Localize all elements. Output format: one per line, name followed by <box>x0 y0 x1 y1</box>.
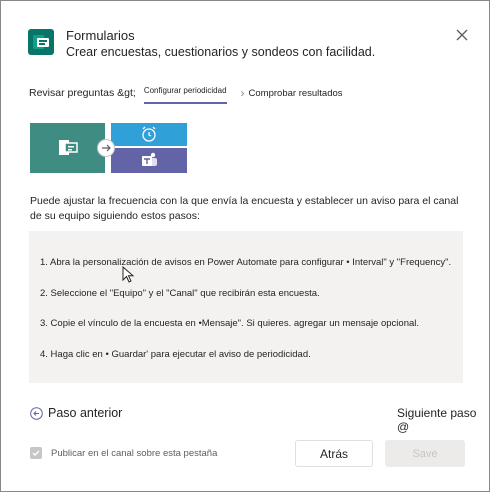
step-configure-periodicity-label: Configurar periodicidad <box>143 85 227 95</box>
instruction-step-3: 3. Copie el vínculo de la encuesta en •M… <box>40 318 420 329</box>
chevron-right-icon: › <box>240 86 245 100</box>
next-step-link[interactable]: Siguiente paso @ <box>397 406 489 434</box>
teams-icon <box>142 152 157 166</box>
instruction-step-1: 1. Abra la personalización de avisos en … <box>40 257 452 268</box>
step-review-questions[interactable]: Revisar preguntas &gt; <box>29 87 136 99</box>
app-title: Formularios <box>66 28 135 43</box>
app-subtitle: Crear encuestas, cuestionarios y sondeos… <box>66 45 376 59</box>
step-check-results[interactable]: Comprobar resultados <box>249 88 343 99</box>
teams-tile <box>111 148 187 173</box>
forms-icon <box>59 140 78 155</box>
publish-label: Publicar en el canal sobre esta pestaña <box>51 447 218 459</box>
step-configure-periodicity[interactable]: Configurar periodicidad <box>143 85 227 104</box>
checkmark-icon <box>32 450 40 456</box>
alarm-icon <box>142 126 156 142</box>
publish-option: Publicar en el canal sobre esta pestaña <box>30 447 217 459</box>
alarm-tile <box>111 123 187 146</box>
close-icon[interactable] <box>453 26 471 44</box>
instruction-step-2: 2. Seleccione el "Equipo" y el "Canal" q… <box>40 288 320 299</box>
active-step-indicator <box>143 101 227 104</box>
mouse-cursor-icon <box>122 266 135 283</box>
previous-step-link[interactable]: Paso anterior <box>30 406 122 420</box>
publish-checkbox[interactable] <box>30 447 42 459</box>
forms-tile <box>30 123 105 173</box>
wizard-steps: Revisar preguntas &gt; Configurar period… <box>29 83 343 104</box>
dialog: Formularios Crear encuestas, cuestionari… <box>0 0 490 492</box>
arrow-left-circle-icon <box>30 406 43 420</box>
hero-illustration <box>30 123 187 173</box>
previous-step-label: Paso anterior <box>48 406 123 420</box>
description-text: Puede ajustar la frecuencia con la que e… <box>30 195 459 222</box>
arrow-right-icon <box>97 139 115 157</box>
instruction-step-4: 4. Haga clic en • Guardar' para ejecutar… <box>40 349 311 360</box>
instructions-panel: 1. Abra la personalización de avisos en … <box>29 231 463 383</box>
forms-app-icon <box>28 29 54 55</box>
back-button[interactable]: Atrás <box>295 440 373 467</box>
save-button[interactable]: Save <box>385 440 465 467</box>
